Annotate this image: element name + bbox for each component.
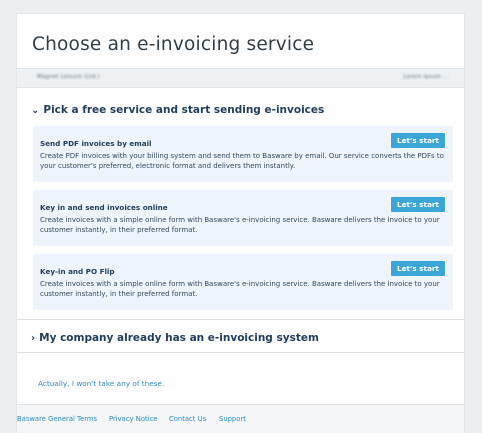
service-description: Create invoices with a simple online for… bbox=[40, 216, 440, 234]
service-title: Key in and send invoices online bbox=[40, 203, 168, 212]
lets-start-button[interactable]: Let's start bbox=[390, 197, 445, 212]
service-option-online-form: Key in and send invoices online Let's st… bbox=[33, 190, 453, 246]
footer-link-contact-us[interactable]: Contact Us bbox=[169, 415, 206, 423]
service-option-po-flip: Key-in and PO Flip Let's start Create in… bbox=[33, 254, 453, 310]
free-service-heading: Pick a free service and start sending e-… bbox=[43, 104, 325, 116]
service-title: Send PDF invoices by email bbox=[40, 139, 152, 148]
chevron-right-icon: › bbox=[31, 333, 36, 344]
lets-start-button[interactable]: Let's start bbox=[390, 133, 445, 148]
section-divider bbox=[17, 352, 464, 353]
service-description: Create PDF invoices with your billing sy… bbox=[40, 152, 444, 170]
service-title: Key-in and PO Flip bbox=[40, 267, 115, 276]
page-title: Choose an e-invoicing service bbox=[32, 34, 315, 55]
footer-link-support[interactable]: Support bbox=[219, 415, 246, 423]
lets-start-button[interactable]: Let's start bbox=[390, 261, 445, 276]
existing-system-section-toggle[interactable]: › My company already has an e-invoicing s… bbox=[31, 332, 319, 344]
chevron-down-icon: ⌄ bbox=[31, 105, 40, 116]
account-info: Lorem ipsum ... bbox=[403, 74, 449, 80]
footer-link-general-terms[interactable]: Basware General Terms bbox=[17, 415, 97, 423]
decline-link[interactable]: Actually, I won't take any of these. bbox=[38, 379, 164, 388]
existing-system-heading: My company already has an e-invoicing sy… bbox=[39, 332, 319, 344]
service-description: Create invoices with a simple online for… bbox=[40, 280, 440, 298]
footer-link-privacy-notice[interactable]: Privacy Notice bbox=[109, 415, 157, 423]
service-selection-card: Choose an e-invoicing service Magnet Lei… bbox=[17, 14, 464, 433]
section-divider bbox=[17, 319, 464, 320]
footer: Basware General Terms Privacy Notice Con… bbox=[17, 404, 464, 433]
free-service-section-toggle[interactable]: ⌄ Pick a free service and start sending e… bbox=[31, 104, 324, 116]
account-bar: Magnet Leisure (Ltd.) Lorem ipsum ... bbox=[17, 68, 464, 88]
company-name: Magnet Leisure (Ltd.) bbox=[37, 74, 100, 80]
service-option-pdf-email: Send PDF invoices by email Let's start C… bbox=[33, 126, 453, 182]
